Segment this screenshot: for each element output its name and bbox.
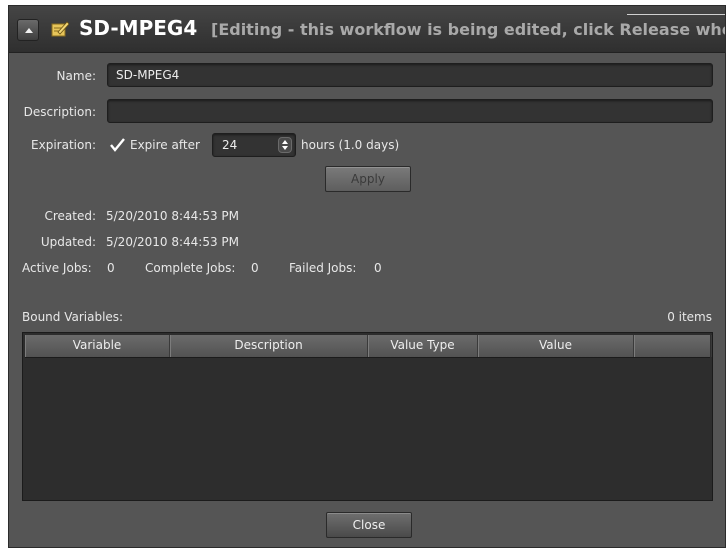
failed-jobs-label: Failed Jobs:: [289, 261, 357, 275]
created-value: 5/20/2010 8:44:53 PM: [106, 209, 240, 223]
column-header-extra[interactable]: [634, 335, 712, 357]
apply-button[interactable]: Apply: [325, 166, 411, 192]
name-field[interactable]: SD-MPEG4: [107, 63, 713, 87]
expire-hours-suffix: hours (1.0 days): [301, 138, 400, 152]
close-button[interactable]: Close: [326, 512, 412, 538]
title-divider: [627, 14, 725, 15]
editing-status-text: [Editing - this workflow is being edited…: [211, 20, 725, 39]
item-count: 0 items: [667, 310, 712, 324]
table-header: Variable Description Value Type Value: [25, 335, 712, 358]
updated-value: 5/20/2010 8:44:53 PM: [106, 235, 240, 249]
column-header-value-type[interactable]: Value Type: [368, 335, 478, 357]
name-label: Name:: [56, 69, 96, 83]
expire-after-label: Expire after: [130, 138, 200, 152]
complete-jobs-value: 0: [251, 261, 259, 275]
description-field[interactable]: [107, 99, 713, 123]
workflow-title: SD-MPEG4: [79, 16, 198, 40]
bound-variables-label: Bound Variables:: [22, 310, 124, 324]
edit-pencil-icon: [51, 21, 69, 37]
failed-jobs-value: 0: [374, 261, 382, 275]
title-bar: SD-MPEG4 [Editing - this workflow is bei…: [9, 6, 725, 53]
bound-variables-table[interactable]: Variable Description Value Type Value: [22, 332, 713, 501]
description-label: Description:: [23, 105, 96, 119]
expire-checkbox[interactable]: [109, 137, 125, 153]
complete-jobs-label: Complete Jobs:: [145, 261, 236, 275]
expiration-label: Expiration:: [31, 138, 96, 152]
column-header-variable[interactable]: Variable: [25, 335, 170, 357]
spinner-arrows-icon[interactable]: [278, 137, 292, 153]
collapse-button[interactable]: [17, 19, 39, 41]
checkmark-icon: [110, 138, 125, 152]
active-jobs-label: Active Jobs:: [22, 261, 92, 275]
expire-hours-value: 24: [222, 138, 238, 152]
created-label: Created:: [44, 209, 96, 223]
column-header-value[interactable]: Value: [478, 335, 634, 357]
updated-label: Updated:: [40, 235, 96, 249]
active-jobs-value: 0: [107, 261, 115, 275]
column-header-description[interactable]: Description: [170, 335, 368, 357]
workflow-panel: SD-MPEG4 [Editing - this workflow is bei…: [8, 5, 726, 548]
expire-hours-spinner[interactable]: 24: [212, 133, 296, 157]
